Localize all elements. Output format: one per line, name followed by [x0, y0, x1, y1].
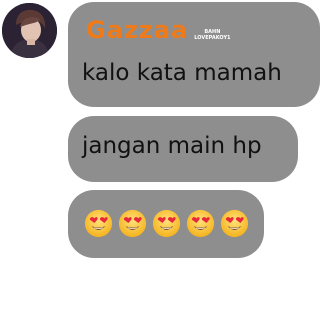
sender-badge: BAHN LOVEPAKOY1 — [194, 29, 230, 41]
heart-eyes-emoji — [186, 209, 215, 238]
badge-line: LOVEPAKOY1 — [194, 35, 231, 41]
heart-eyes-emoji — [152, 209, 181, 238]
sender-name[interactable]: Gazzaa — [86, 16, 188, 44]
message-bubble[interactable] — [68, 190, 264, 258]
message-bubble[interactable]: jangan main hp — [68, 116, 298, 182]
avatar[interactable] — [2, 3, 57, 58]
heart-eyes-emoji — [220, 209, 249, 238]
heart-eyes-emoji — [118, 209, 147, 238]
profile-photo-icon — [2, 3, 57, 58]
message-text: kalo kata mamah — [82, 60, 282, 86]
sender-header: Gazzaa BAHN LOVEPAKOY1 — [86, 16, 231, 44]
message-bubble[interactable]: Gazzaa BAHN LOVEPAKOY1 kalo kata mamah — [68, 2, 320, 107]
heart-eyes-emoji — [84, 209, 113, 238]
emoji-row — [84, 209, 249, 238]
message-text: jangan main hp — [82, 133, 262, 159]
